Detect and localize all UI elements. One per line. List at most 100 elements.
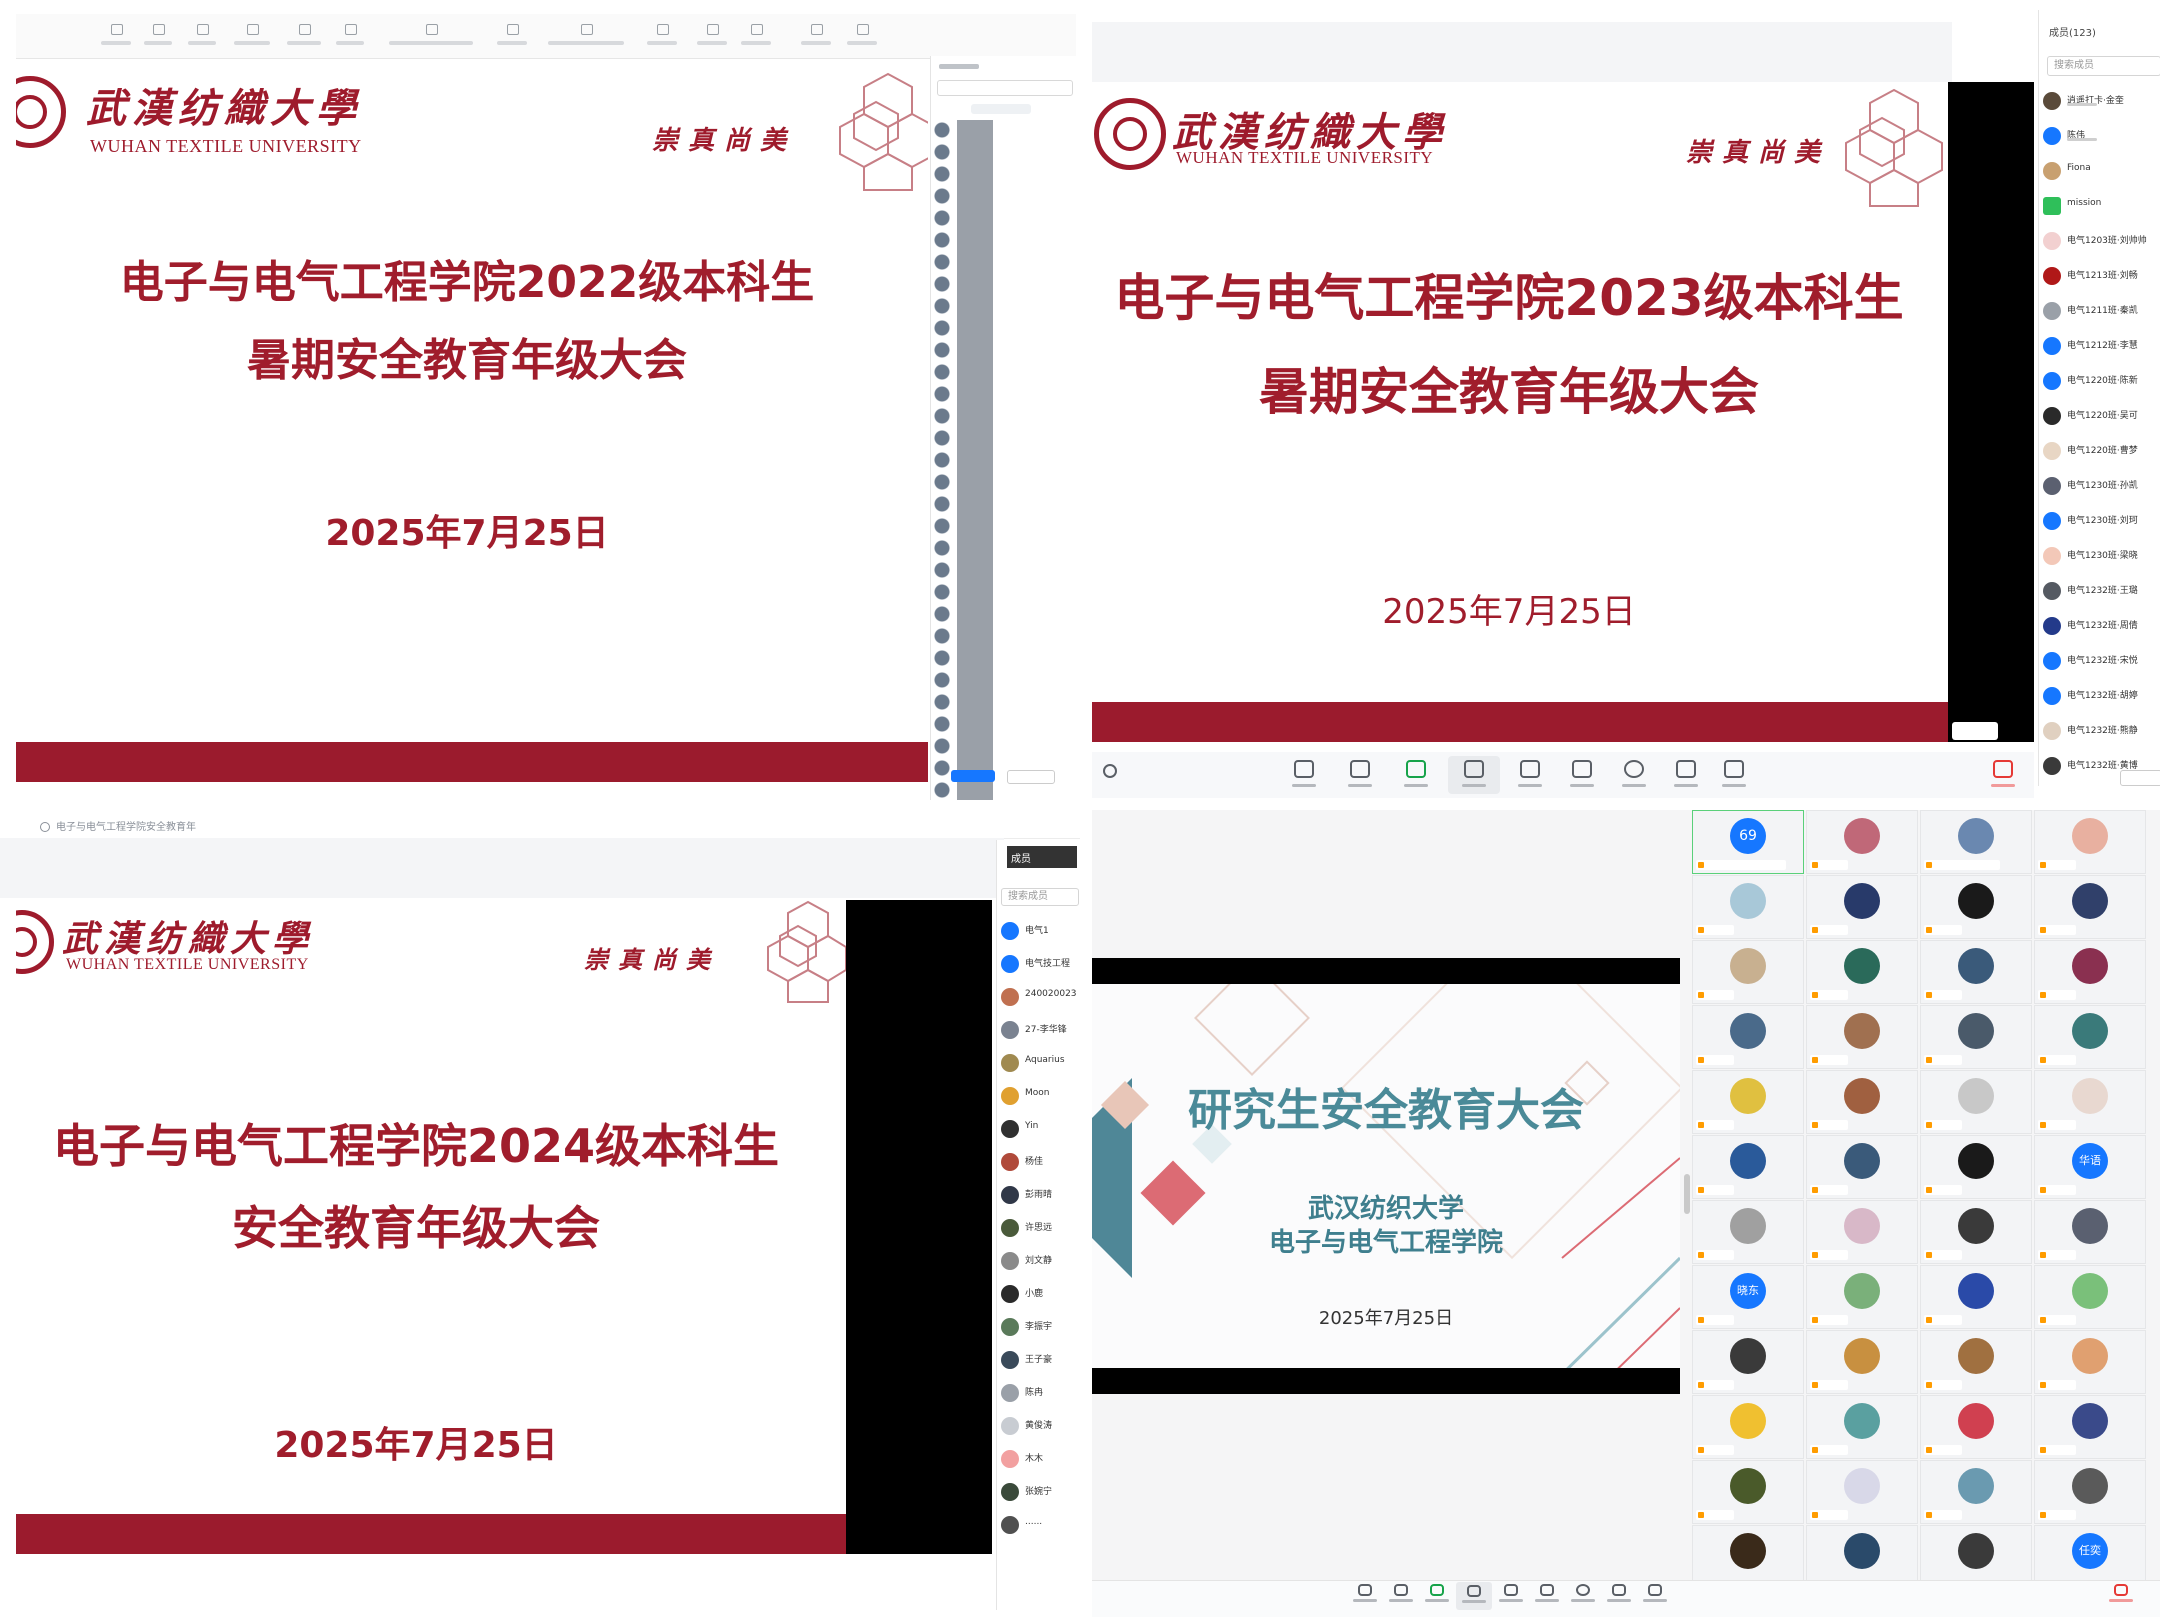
video-tile[interactable] xyxy=(1692,1200,1804,1264)
video-tile[interactable] xyxy=(1920,1395,2032,1459)
participant-row[interactable]: 电气技工程 xyxy=(997,953,1080,977)
video-tile[interactable] xyxy=(1920,1070,2032,1134)
participant-row[interactable]: 电气1213班·刘畅 xyxy=(2039,265,2160,289)
participant-row[interactable]: 电气1203班·刘帅帅 xyxy=(2039,230,2160,254)
video-tile[interactable] xyxy=(1920,1005,2032,1069)
apps-button[interactable] xyxy=(1604,1584,1634,1602)
unmute-button[interactable] xyxy=(1284,760,1324,787)
chat-button[interactable] xyxy=(1562,760,1602,787)
video-tile[interactable] xyxy=(2034,810,2146,874)
record-button[interactable] xyxy=(1568,1584,1598,1602)
video-tile[interactable] xyxy=(1806,810,1918,874)
video-tile[interactable]: 69 xyxy=(1692,810,1804,874)
participant-row[interactable]: 张婉宁 xyxy=(997,1481,1080,1505)
toolbar-button[interactable] xyxy=(332,22,368,50)
participant-row[interactable]: 黄俊涛 xyxy=(997,1415,1080,1439)
participant-row[interactable]: 逍遥打卡·金奎 xyxy=(2039,90,2160,114)
participant-row[interactable]: 电气1230班·梁晓 xyxy=(2039,545,2160,569)
toolbar-button[interactable] xyxy=(736,22,776,50)
font-controls[interactable] xyxy=(376,22,486,50)
video-tile[interactable] xyxy=(1920,1460,2032,1524)
video-tile[interactable] xyxy=(1692,1070,1804,1134)
participant-row[interactable]: 电气1211班·秦凯 xyxy=(2039,300,2160,324)
video-tile[interactable] xyxy=(1920,940,2032,1004)
participant-row[interactable]: Moon xyxy=(997,1085,1080,1109)
video-tile[interactable] xyxy=(1920,875,2032,939)
scrollbar[interactable] xyxy=(1684,1174,1690,1214)
leave-meeting-button[interactable] xyxy=(1980,760,2026,787)
participant-row[interactable]: 陈冉 xyxy=(997,1382,1080,1406)
video-tile[interactable] xyxy=(2034,875,2146,939)
search-input[interactable]: 搜索成员 xyxy=(1001,888,1079,906)
participant-row[interactable]: 电气1232班·熊静 xyxy=(2039,720,2160,744)
share-screen-button[interactable] xyxy=(1422,1584,1452,1602)
participant-row[interactable]: 杨佳 xyxy=(997,1151,1080,1175)
members-button[interactable] xyxy=(1448,756,1500,794)
video-tile[interactable] xyxy=(2034,1265,2146,1329)
toolbar-button[interactable] xyxy=(282,22,326,50)
video-tile[interactable] xyxy=(1692,1135,1804,1199)
participant-row[interactable]: 电气1230班·刘珂 xyxy=(2039,510,2160,534)
participant-row[interactable]: 电气1232班·王璐 xyxy=(2039,580,2160,604)
video-tile[interactable] xyxy=(1920,810,2032,874)
video-tile[interactable] xyxy=(1806,1070,1918,1134)
paragraph-controls[interactable] xyxy=(536,22,636,50)
toolbar-button[interactable] xyxy=(228,22,276,50)
start-video-button[interactable] xyxy=(1386,1584,1416,1602)
participant-row[interactable]: Fiona xyxy=(2039,160,2160,184)
tab-members[interactable] xyxy=(971,104,1031,114)
participant-row[interactable]: Aquarius xyxy=(997,1052,1080,1076)
panel-action-button[interactable] xyxy=(2120,770,2160,786)
participant-row[interactable]: mission xyxy=(2039,195,2160,219)
video-tile[interactable]: 晓东 xyxy=(1692,1265,1804,1329)
video-tile[interactable] xyxy=(1920,1265,2032,1329)
video-tile[interactable] xyxy=(1692,940,1804,1004)
video-tile[interactable] xyxy=(2034,1005,2146,1069)
video-tile[interactable] xyxy=(1806,940,1918,1004)
participant-row[interactable]: Yin xyxy=(997,1118,1080,1142)
record-button[interactable] xyxy=(1614,760,1654,787)
video-tile[interactable] xyxy=(1806,1330,1918,1394)
participant-row[interactable]: 陈伟 xyxy=(2039,125,2160,149)
chat-button[interactable] xyxy=(1532,1584,1562,1602)
video-tile[interactable] xyxy=(1692,1395,1804,1459)
video-tile[interactable] xyxy=(1920,1135,2032,1199)
video-tile[interactable] xyxy=(2034,1330,2146,1394)
settings-button[interactable] xyxy=(1714,760,1754,787)
toolbar-button[interactable] xyxy=(642,22,682,50)
participant-row[interactable]: 电气1220班·曹梦 xyxy=(2039,440,2160,464)
manage-button[interactable] xyxy=(1007,770,1055,784)
toolbar-button[interactable] xyxy=(492,22,532,50)
members-button[interactable] xyxy=(1456,1582,1492,1610)
participant-row[interactable]: 彭雨晴 xyxy=(997,1184,1080,1208)
apps-button[interactable] xyxy=(1666,760,1706,787)
video-tile[interactable] xyxy=(1806,1200,1918,1264)
participant-row[interactable]: 27-李华锋 xyxy=(997,1019,1080,1043)
video-tile[interactable] xyxy=(1806,1265,1918,1329)
toolbar-button[interactable] xyxy=(184,22,220,50)
video-tile[interactable] xyxy=(1806,875,1918,939)
toolbar-button[interactable] xyxy=(692,22,732,50)
search-input[interactable]: 搜索成员 xyxy=(2047,56,2160,76)
toolbar-button[interactable] xyxy=(842,22,882,50)
video-tile[interactable] xyxy=(1806,1460,1918,1524)
video-tile[interactable] xyxy=(1692,1330,1804,1394)
video-tile[interactable] xyxy=(2034,1070,2146,1134)
video-tile[interactable] xyxy=(2034,1395,2146,1459)
participant-row[interactable]: 王子豪 xyxy=(997,1349,1080,1373)
toolbar-button[interactable] xyxy=(96,22,136,50)
participant-row[interactable]: 电气1220班·吴可 xyxy=(2039,405,2160,429)
invite-button[interactable] xyxy=(951,770,995,782)
participant-row[interactable]: 电气1230班·孙凯 xyxy=(2039,475,2160,499)
search-input[interactable] xyxy=(937,80,1073,96)
participant-row[interactable]: 电气1232班·宋悦 xyxy=(2039,650,2160,674)
video-tile[interactable] xyxy=(1920,1330,2032,1394)
video-tile[interactable] xyxy=(1806,1395,1918,1459)
video-tile[interactable] xyxy=(2034,1200,2146,1264)
settings-button[interactable] xyxy=(1640,1584,1670,1602)
participant-row[interactable]: 电气1220班·陈新 xyxy=(2039,370,2160,394)
participant-row[interactable]: 电气1232班·周倩 xyxy=(2039,615,2160,639)
video-tile[interactable] xyxy=(1692,1005,1804,1069)
participant-row[interactable]: 李振宇 xyxy=(997,1316,1080,1340)
participant-row[interactable]: 电气1212班·李慧 xyxy=(2039,335,2160,359)
